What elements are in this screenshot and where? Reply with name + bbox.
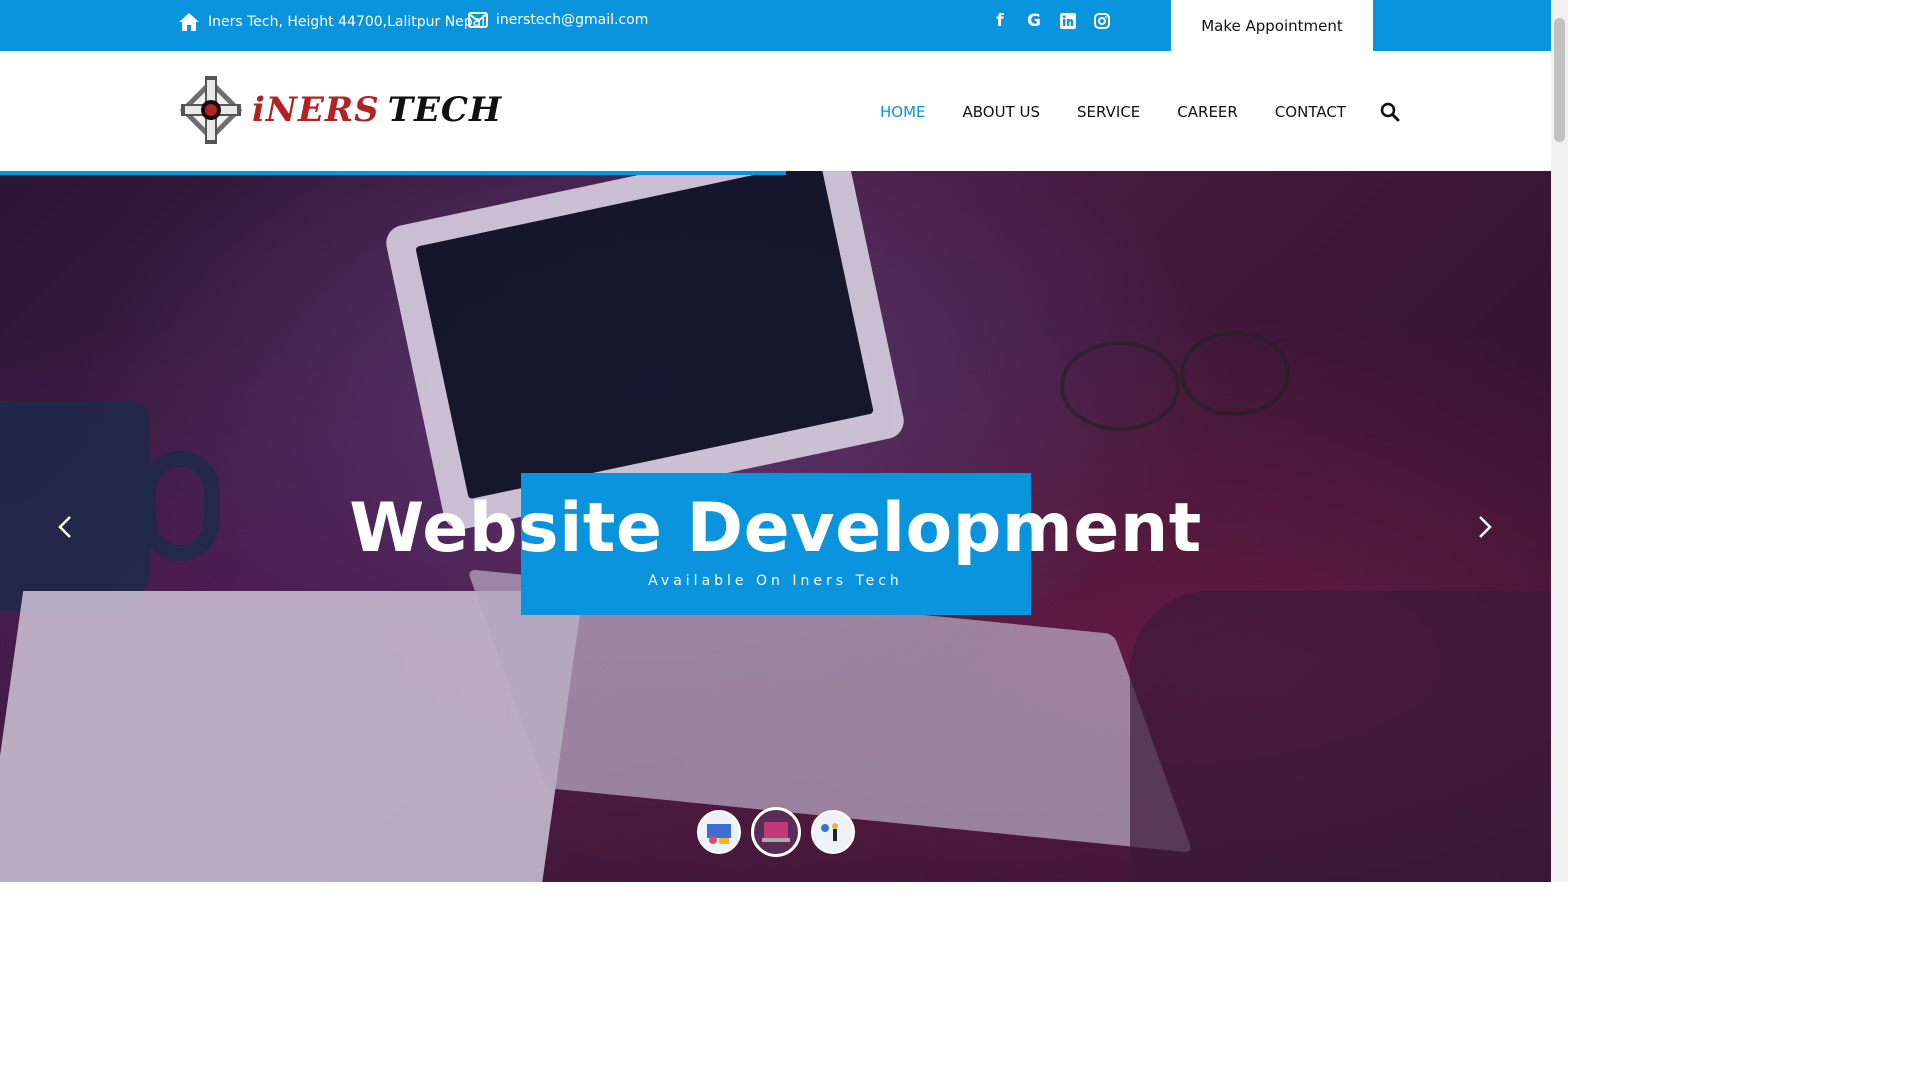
address-text: Iners Tech, Height 44700,Lalitpur Nepal — [208, 14, 486, 30]
nav-about-us[interactable]: ABOUT US — [963, 103, 1041, 121]
logo-part-iners: iNERS — [252, 90, 380, 130]
nav-career[interactable]: CAREER — [1177, 103, 1238, 121]
site-logo[interactable]: iNERS TECH — [176, 71, 502, 149]
address-info: Iners Tech, Height 44700,Lalitpur Nepal — [178, 12, 485, 32]
search-icon[interactable] — [1380, 102, 1400, 122]
nav-home[interactable]: HOME — [880, 103, 926, 121]
email-link[interactable]: inerstech@gmail.com — [496, 12, 648, 28]
page-scrollbar[interactable] — [1551, 0, 1568, 882]
logo-wordmark: iNERS TECH — [252, 90, 502, 130]
nav-contact[interactable]: CONTACT — [1275, 103, 1346, 121]
slide-thumb-3[interactable] — [811, 810, 855, 854]
main-navigation: HOME ABOUT US SERVICE CAREER CONTACT — [880, 102, 1400, 122]
slide-thumb-1[interactable] — [697, 810, 741, 854]
slider-progress-bar — [0, 171, 787, 175]
logo-emblem-icon — [179, 76, 243, 144]
email-info[interactable]: inerstech@gmail.com — [468, 12, 648, 28]
hero-bg-glasses-lens — [1180, 331, 1290, 416]
instagram-icon[interactable] — [1092, 10, 1112, 32]
make-appointment-button[interactable]: Make Appointment — [1171, 0, 1373, 51]
site-header: iNERS TECH HOME ABOUT US SERVICE CAREER C… — [0, 51, 1551, 171]
hero-slider: Website Development Available On Iners T… — [0, 171, 1551, 882]
slide-subtitle: Available On Iners Tech — [648, 573, 903, 589]
hero-bg-glasses — [1060, 341, 1180, 431]
nav-service[interactable]: SERVICE — [1077, 103, 1140, 121]
scrollbar-thumb[interactable] — [1554, 18, 1565, 142]
slide-title: Website Development — [349, 489, 1202, 568]
linkedin-icon[interactable] — [1058, 10, 1078, 32]
hero-bg-arm — [1130, 591, 1551, 882]
logo-part-tech: TECH — [387, 90, 503, 130]
slide-thumbnails — [697, 807, 855, 857]
google-icon[interactable]: G — [1024, 10, 1044, 32]
slide-thumb-2[interactable] — [751, 807, 801, 857]
top-bar: Iners Tech, Height 44700,Lalitpur Nepal … — [0, 0, 1551, 51]
envelope-icon — [468, 12, 488, 28]
home-icon — [179, 13, 199, 31]
social-links: f G — [990, 10, 1112, 32]
facebook-icon[interactable]: f — [990, 10, 1010, 32]
